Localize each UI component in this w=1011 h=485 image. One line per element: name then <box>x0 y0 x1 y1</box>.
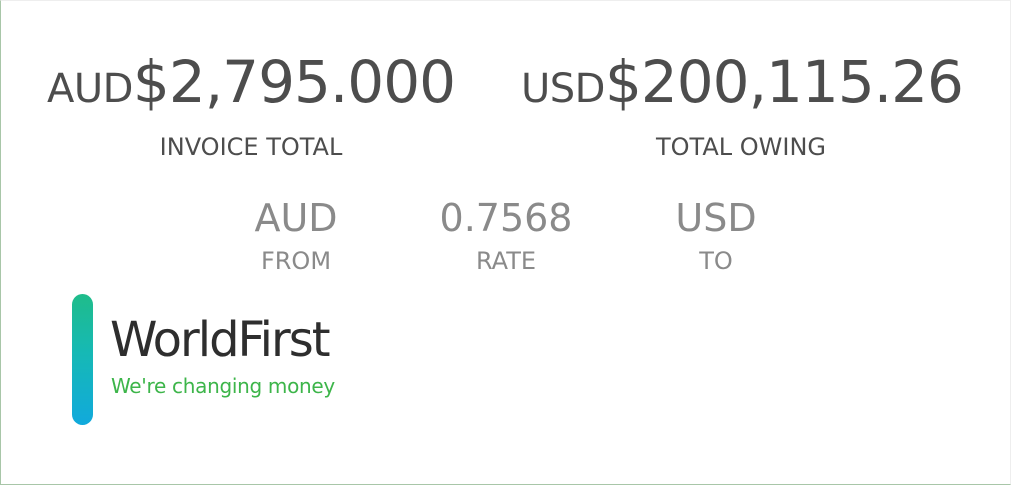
to-currency-block: USD TO <box>646 199 786 275</box>
exchange-rate-block: 0.7568 RATE <box>421 199 591 275</box>
from-currency-block: AUD FROM <box>226 199 366 275</box>
worldfirst-logo: WorldFirst We're changing money <box>72 294 362 426</box>
owing-currency: USD <box>521 66 605 112</box>
invoice-total-label: INVOICE TOTAL <box>159 133 343 161</box>
to-label: TO <box>699 247 733 275</box>
invoice-amount: $2,795.000 <box>132 48 456 116</box>
logo-gradient-bar <box>72 294 93 425</box>
to-currency: USD <box>675 196 757 240</box>
from-label: FROM <box>260 247 332 275</box>
total-owing-block: USD$200,115.26 TOTAL OWING <box>521 53 964 161</box>
total-owing-amount-line: USD$200,115.26 <box>521 53 964 112</box>
exchange-rate-value: 0.7568 <box>439 196 573 240</box>
invoice-total-block: AUD$2,795.000 INVOICE TOTAL <box>41 53 461 161</box>
summary-panel: AUD$2,795.000 INVOICE TOTAL USD$200,115.… <box>0 0 1011 485</box>
from-currency: AUD <box>254 196 338 240</box>
invoice-total-amount-line: AUD$2,795.000 <box>41 53 461 111</box>
total-owing-label: TOTAL OWING <box>655 133 826 161</box>
invoice-currency: AUD <box>46 66 133 112</box>
logo-wordmark: WorldFirst <box>110 312 331 368</box>
logo-tagline: We're changing money <box>111 374 335 398</box>
owing-amount: $200,115.26 <box>604 48 964 116</box>
exchange-rate-label: RATE <box>475 247 537 275</box>
